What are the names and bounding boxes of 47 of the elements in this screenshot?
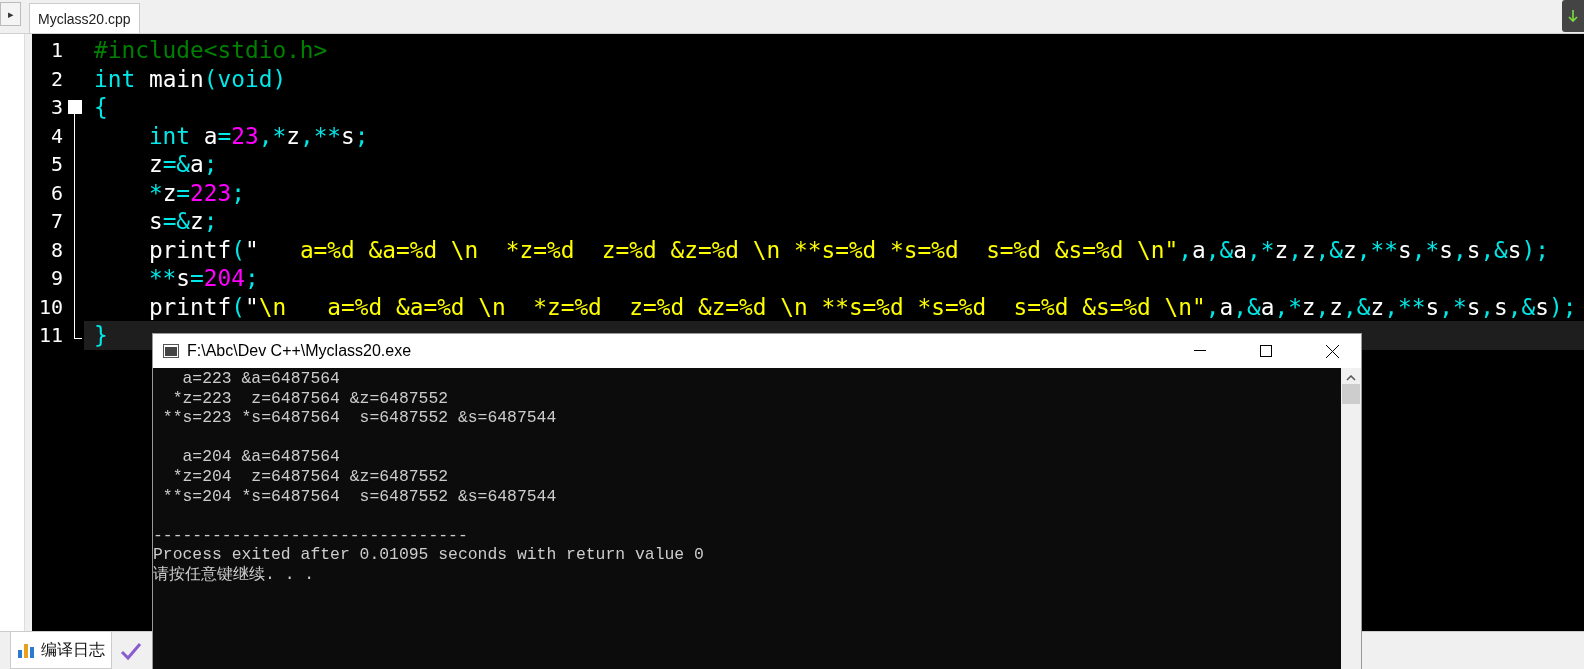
line-number: 10 <box>37 294 63 319</box>
log-tab[interactable]: 编译日志 <box>10 632 112 669</box>
code-line: z=&a; <box>147 151 218 178</box>
bar-chart-icon <box>17 641 35 659</box>
code-line: **s=204; <box>147 265 259 292</box>
code-line: #include<stdio.h> <box>94 37 328 64</box>
code-line: *z=223; <box>147 179 245 206</box>
line-number: 6 <box>49 180 63 205</box>
panel-toggle-button[interactable]: ▸ <box>0 2 21 26</box>
console-line: **s=204 *s=6487564 s=6487552 &s=6487544 <box>161 486 558 507</box>
line-number: 5 <box>49 152 63 177</box>
line-number: 7 <box>49 209 63 234</box>
code-line: { <box>94 94 108 121</box>
caret-up-icon <box>1346 375 1356 381</box>
console-line: **s=223 *s=6487564 s=6487552 &s=6487544 <box>161 408 558 428</box>
code-line: s=&z; <box>147 208 218 235</box>
line-number: 3 <box>49 95 63 120</box>
scrollbar[interactable] <box>1341 368 1361 669</box>
console-app-icon <box>163 344 179 358</box>
line-number: 8 <box>49 237 63 262</box>
window-title: F:\Abc\Dev C++\Myclass20.exe <box>187 342 413 360</box>
minimize-icon <box>1194 350 1206 352</box>
console-line: *z=223 z=6487564 &z=6487552 <box>171 388 450 409</box>
code-line: } <box>94 322 108 349</box>
line-number: 2 <box>49 66 63 91</box>
console-line: a=204 &a=6487564 <box>181 447 341 467</box>
console-line: *z=204 z=6487564 &z=6487552 <box>171 466 450 487</box>
download-button[interactable] <box>1562 0 1584 32</box>
line-number: 1 <box>49 38 63 63</box>
console-line: Process exited after 0.01095 seconds with return value 0 <box>153 545 705 565</box>
fold-marker-icon[interactable] <box>68 100 82 114</box>
console-line: a=223 &a=6487564 <box>181 369 341 389</box>
console-line: 请按任意键继续. . . <box>153 564 316 585</box>
code-line: printf(" a=%d &a=%d \n *z=%d z=%d &z=%d \n **s=%d *s=%d s=%d &s=%d \n",a,&a,*z,z,&z,**s,*s,s,&s); <box>147 236 1549 263</box>
code-line: int main(void) <box>94 65 287 92</box>
code-line: int a=23,*z,**s; <box>147 122 369 149</box>
close-icon <box>1325 344 1339 358</box>
line-number: 4 <box>49 123 63 148</box>
console-line: -------------------------------- <box>153 525 469 546</box>
code-line: printf("\n a=%d &a=%d \n *z=%d z=%d &z=%d \n **s=%d *s=%d s=%d &s=%d \n",a,&a,*z,z,&z,**s,*s,s,&s); <box>147 293 1577 320</box>
line-number: 9 <box>49 266 63 291</box>
line-number: 11 <box>37 323 63 348</box>
arrow-down-icon <box>1568 9 1578 23</box>
maximize-icon <box>1260 345 1272 357</box>
editor-tab[interactable]: Myclass20.cpp <box>29 3 140 33</box>
check-icon <box>120 640 142 661</box>
scrollbar-thumb[interactable] <box>1342 384 1360 404</box>
